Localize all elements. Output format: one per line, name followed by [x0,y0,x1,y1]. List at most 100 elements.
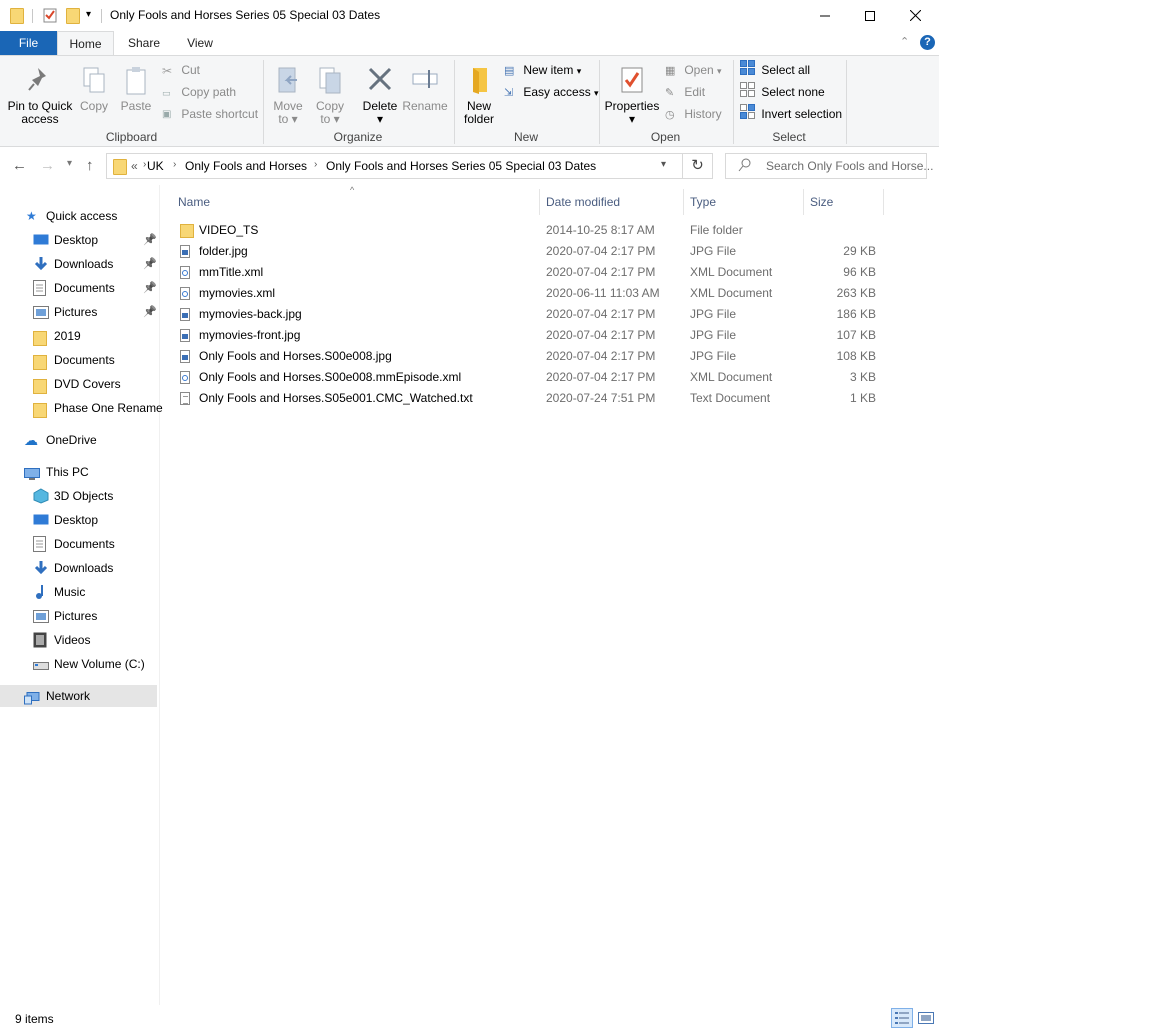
column-divider[interactable] [803,189,804,215]
paste-shortcut-button[interactable]: ▣ Paste shortcut [162,104,258,124]
column-header-type[interactable]: Type [690,195,716,209]
nav-pc-music[interactable]: Music [0,581,158,603]
breadcrumb-only-fools[interactable]: Only Fools and Horses [185,159,307,173]
breadcrumb-uk[interactable]: UK [147,159,164,173]
new-folder-button[interactable]: New folder [458,58,500,126]
delete-button[interactable]: Delete ▾ [360,58,400,126]
file-row[interactable]: mymovies-front.jpg 2020-07-04 2:17 PM JPG … [176,325,886,346]
open-button[interactable]: ▦ Open ▾ [665,60,722,80]
tab-file[interactable]: File [0,31,57,55]
up-arrow-icon[interactable]: ↑ [86,157,94,174]
delete-dropdown-chevron-down-icon[interactable]: ▾ [360,113,400,126]
back-arrow-icon[interactable]: ← [12,157,27,174]
help-icon[interactable]: ? [920,35,935,50]
nav-network[interactable]: Network [0,685,157,707]
new-item-button[interactable]: ▤ New item ▾ [504,60,581,80]
select-all-button[interactable]: Select all [740,60,810,80]
column-divider[interactable] [883,189,884,215]
nav-quick-downloads[interactable]: Downloads 📌 [0,253,158,275]
address-overflow[interactable]: « [131,159,138,173]
nav-quick-access[interactable]: ★ Quick access [0,205,158,227]
properties-check-icon[interactable] [43,7,57,26]
close-button[interactable] [892,0,938,31]
file-row[interactable]: Only Fools and Horses.S05e001.CMC_Watche… [176,388,886,409]
file-row[interactable]: VIDEO_TS 2014-10-25 8:17 AM File folder [176,220,886,241]
address-bar[interactable]: « › UK › Only Fools and Horses › Only Fo… [106,153,683,179]
nav-pc-desktop[interactable]: Desktop [0,509,158,531]
move-to-button[interactable]: Move to ▾ [268,58,308,126]
pin-icon[interactable]: 📌 [143,229,157,251]
details-view-button[interactable] [891,1008,913,1028]
file-row[interactable]: mymovies.xml 2020-06-11 11:03 AM XML Docum… [176,283,886,304]
column-header-name[interactable]: Name [178,195,210,209]
cut-button[interactable]: ✂ Cut [162,60,200,80]
nav-quick-2019[interactable]: 2019 [0,325,158,347]
address-history-chevron-down-icon[interactable]: ▾ [661,159,666,170]
column-header-size[interactable]: Size [810,195,833,209]
nav-quick-dvd-covers[interactable]: DVD Covers [0,373,158,395]
breadcrumb-current-folder[interactable]: Only Fools and Horses Series 05 Special … [326,159,596,173]
pin-icon[interactable]: 📌 [143,301,157,323]
rename-icon [402,58,448,100]
properties-button[interactable]: Properties ▾ [603,58,661,126]
paste-button[interactable]: Paste [118,58,154,113]
edit-button[interactable]: ✎ Edit [665,82,705,102]
folder-icon [33,328,47,346]
pin-icon[interactable]: 📌 [143,277,157,299]
properties-chevron-down-icon[interactable]: ▾ [603,113,661,126]
minimize-button[interactable] [802,0,848,31]
network-icon [24,690,40,712]
column-divider[interactable] [683,189,684,215]
nav-label: Documents [54,281,115,295]
copy-path-button[interactable]: ▭ Copy path [162,82,236,102]
collapse-ribbon-chevron-up-icon[interactable]: ⌃ [900,35,909,48]
column-divider[interactable] [539,189,540,215]
customize-chevron-down-icon[interactable]: ▾ [86,9,91,20]
easy-access-icon: ⇲ [504,86,514,99]
file-row[interactable]: Only Fools and Horses.S00e008.jpg 2020-07… [176,346,886,367]
tab-view[interactable]: View [176,31,224,55]
nav-quick-desktop[interactable]: Desktop 📌 [0,229,158,251]
easy-access-button[interactable]: ⇲ Easy access ▾ [504,82,599,102]
file-row[interactable]: mymovies-back.jpg 2020-07-04 2:17 PM JPG F… [176,304,886,325]
nav-pc-3d-objects[interactable]: 3D Objects [0,485,158,507]
column-header-date-modified[interactable]: Date modified [546,195,620,209]
nav-pc-documents[interactable]: Documents [0,533,158,555]
select-none-button[interactable]: Select none [740,82,825,102]
search-box[interactable]: Search Only Fools and Horse... [725,153,933,179]
forward-arrow-icon[interactable]: → [40,157,55,174]
breadcrumb-separator-icon[interactable]: › [143,159,146,170]
nav-quick-documents[interactable]: Documents 📌 [0,277,158,299]
history-button[interactable]: ◷ History [665,104,722,124]
large-icons-view-button[interactable] [916,1008,936,1028]
tab-share[interactable]: Share [119,31,169,55]
recent-locations-chevron-down-icon[interactable]: ▾ [67,158,72,169]
file-type: JPG File [690,244,737,258]
nav-pc-pictures[interactable]: Pictures [0,605,158,627]
refresh-icon[interactable]: ↻ [683,153,713,179]
rename-button[interactable]: Rename [402,58,448,113]
nav-pc-downloads[interactable]: Downloads [0,557,158,579]
maximize-button[interactable] [847,0,893,31]
nav-quick-pictures[interactable]: Pictures 📌 [0,301,158,323]
nav-this-pc[interactable]: This PC [0,461,158,483]
breadcrumb-separator-icon[interactable]: › [173,159,176,170]
nav-pc-videos[interactable]: Videos [0,629,158,651]
nav-onedrive[interactable]: ☁ OneDrive [0,429,158,451]
file-name: mymovies.xml [199,286,276,300]
copy-to-button[interactable]: Copy to ▾ [310,58,350,126]
pin-icon[interactable]: 📌 [143,253,157,275]
nav-quick-phase-one-rename[interactable]: Phase One Rename [0,397,163,419]
file-row[interactable]: Only Fools and Horses.S00e008.mmEpisode.… [176,367,886,388]
copy-button[interactable]: Copy [76,58,112,113]
nav-quick-documents[interactable]: Documents [0,349,158,371]
xml-file-icon [180,287,190,300]
pin-to-quick-access-button[interactable]: Pin to Quick access [4,58,76,126]
file-row[interactable]: mmTitle.xml 2020-07-04 2:17 PM XML Documen… [176,262,886,283]
tab-home[interactable]: Home [57,31,114,55]
breadcrumb-separator-icon[interactable]: › [314,159,317,170]
file-row[interactable]: folder.jpg 2020-07-04 2:17 PM JPG File 29 K… [176,241,886,262]
nav-pc-new-volume-c[interactable]: New Volume (C:) [0,653,158,675]
invert-selection-button[interactable]: Invert selection [740,104,842,124]
new-folder-icon[interactable] [66,8,80,24]
